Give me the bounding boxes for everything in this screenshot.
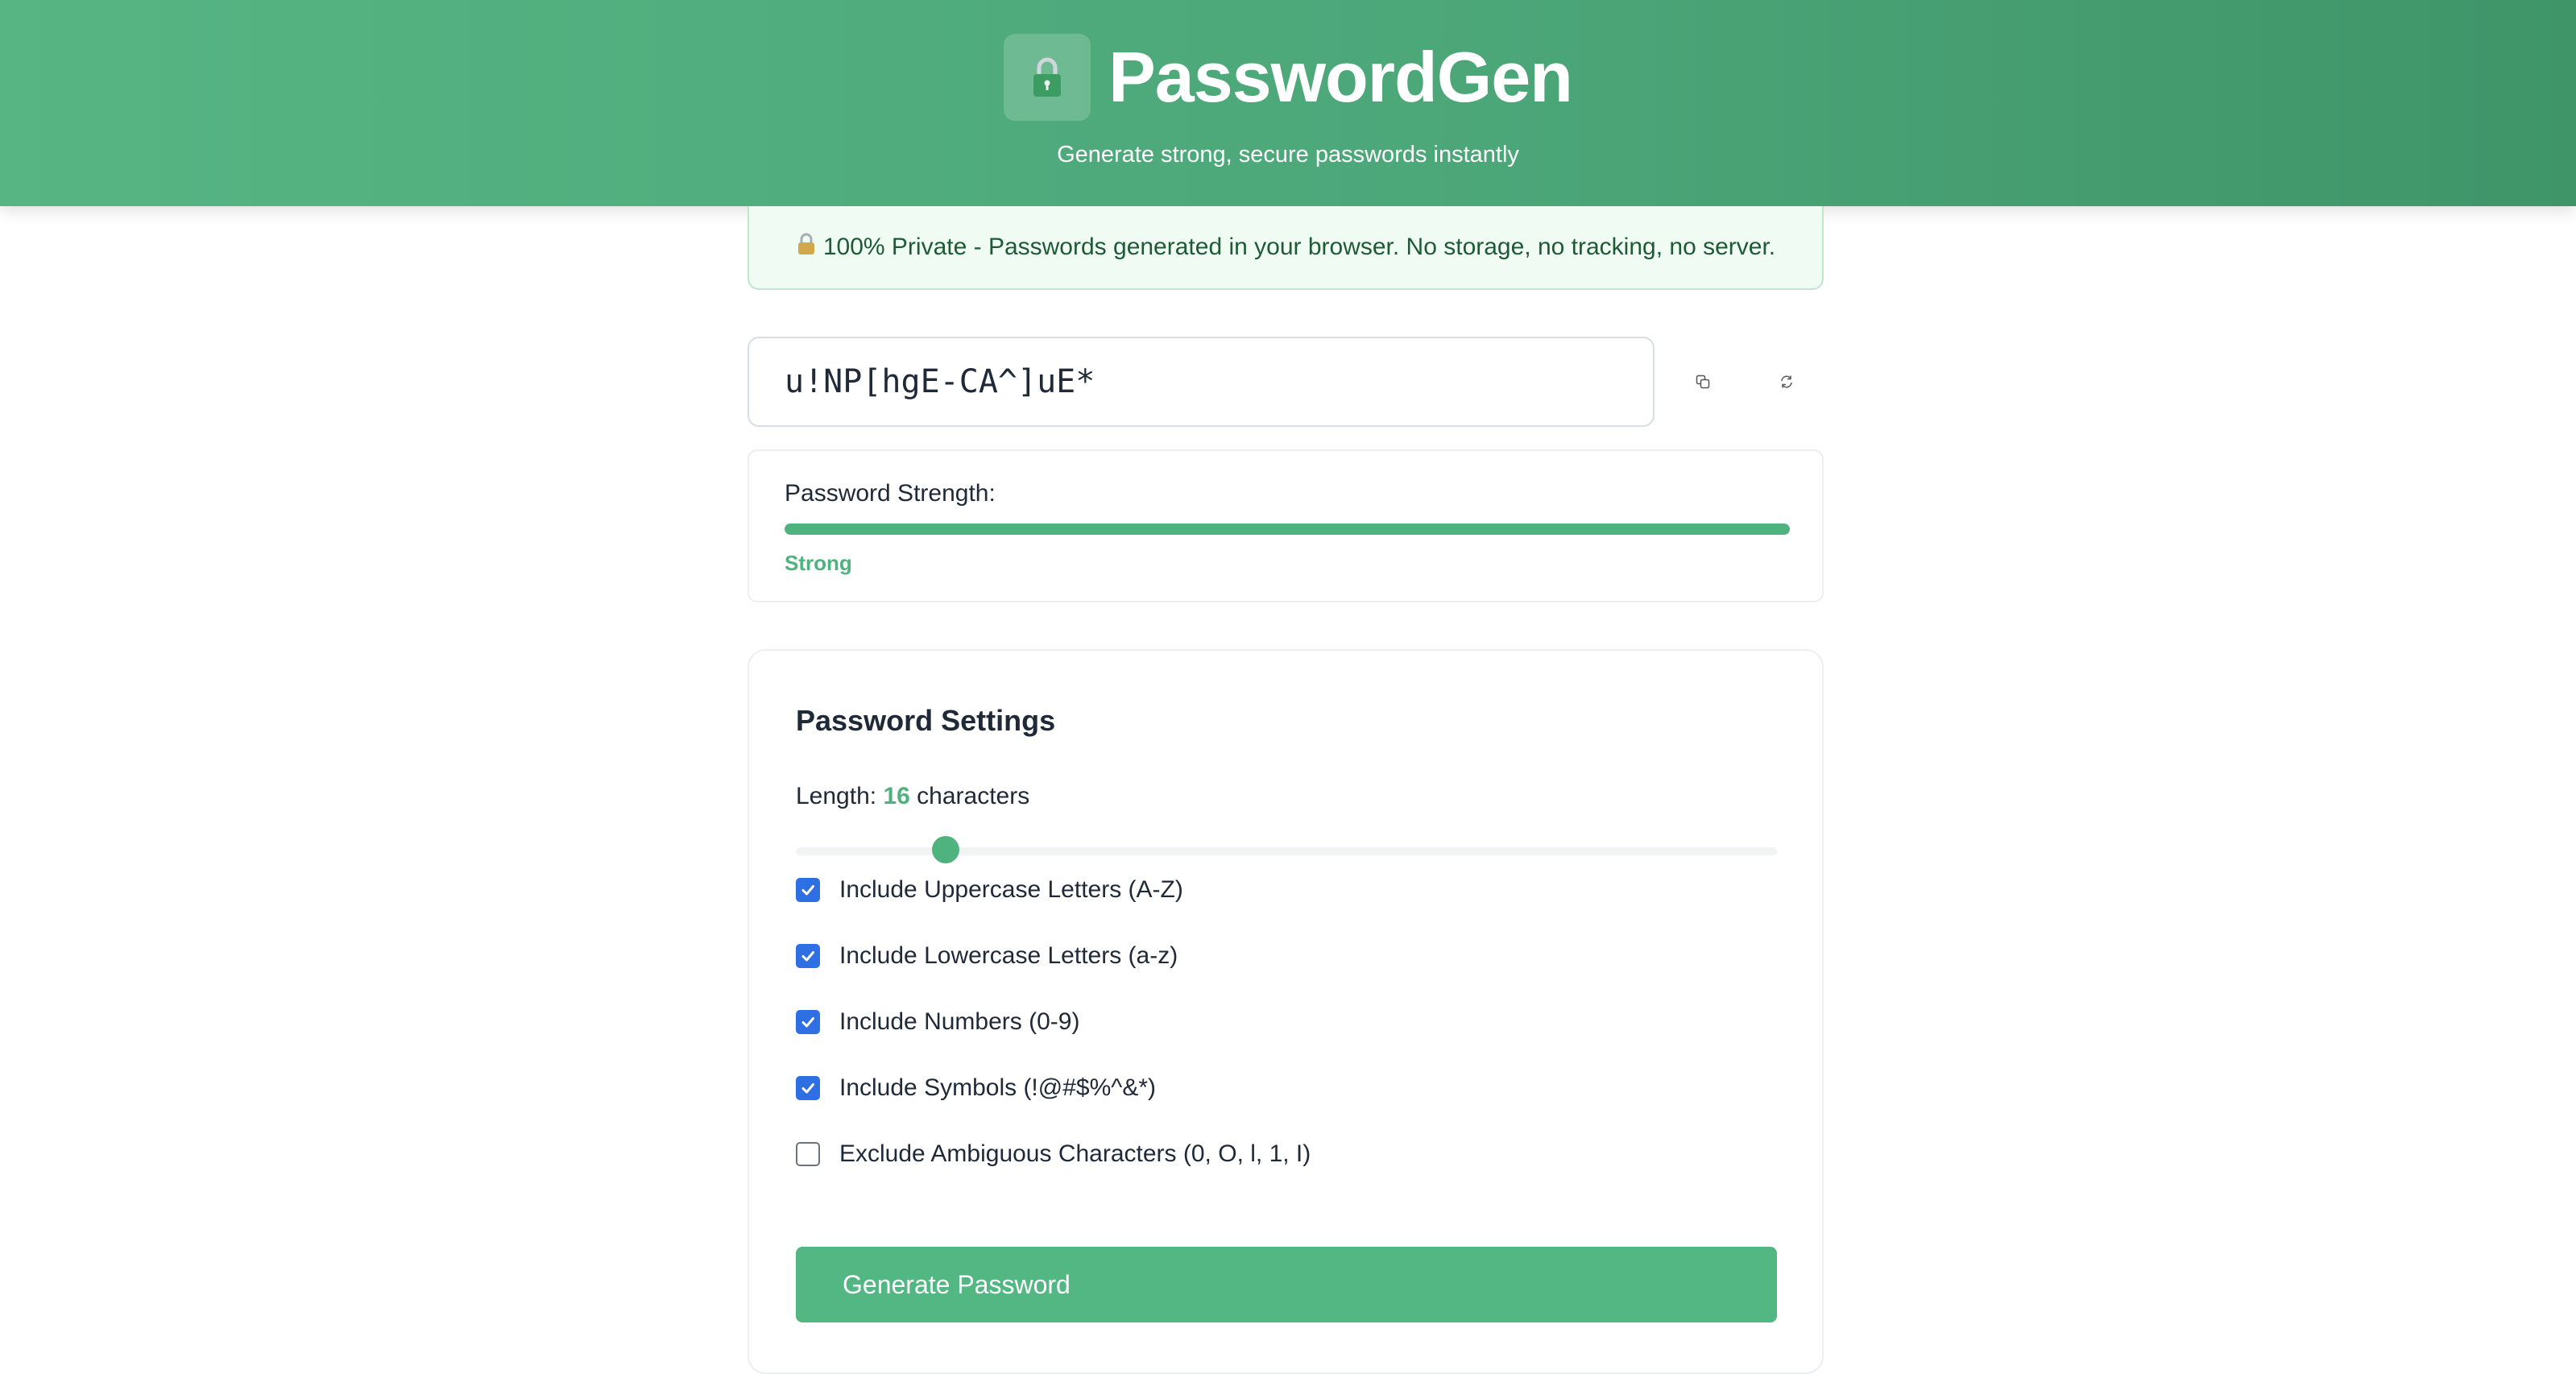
- check-icon: [801, 951, 814, 962]
- option-uppercase[interactable]: Include Uppercase Letters (A-Z): [796, 876, 1183, 904]
- length-value: 16: [883, 783, 910, 809]
- option-lowercase[interactable]: Include Lowercase Letters (a-z): [796, 942, 1178, 970]
- option-numbers-label: Include Numbers (0-9): [839, 1008, 1080, 1035]
- app-title: PasswordGen: [1108, 37, 1573, 117]
- checkbox-numbers[interactable]: [796, 1010, 820, 1034]
- refresh-icon: [1781, 375, 1792, 388]
- strength-label: Password Strength:: [785, 480, 996, 507]
- length-slider-thumb[interactable]: [932, 836, 960, 863]
- password-output[interactable]: [748, 337, 1655, 427]
- option-symbols[interactable]: Include Symbols (!@#$%^&*): [796, 1074, 1156, 1102]
- length-label: Length: 16 characters: [796, 783, 1029, 810]
- option-symbols-label: Include Symbols (!@#$%^&*): [839, 1074, 1157, 1101]
- option-uppercase-label: Include Uppercase Letters (A-Z): [839, 876, 1183, 903]
- checkbox-uppercase[interactable]: [796, 878, 820, 902]
- generate-password-button[interactable]: Generate Password: [796, 1247, 1777, 1322]
- check-icon: [801, 885, 814, 896]
- length-prefix: Length:: [796, 783, 877, 809]
- option-exclude-ambiguous[interactable]: Exclude Ambiguous Characters (0, O, l, 1…: [796, 1140, 1311, 1168]
- copy-button[interactable]: [1672, 351, 1733, 412]
- checkbox-exclude-ambiguous[interactable]: [796, 1142, 820, 1166]
- privacy-banner: 100% Private - Passwords generated in yo…: [748, 206, 1824, 290]
- copy-icon: [1696, 375, 1710, 389]
- brand: PasswordGen: [0, 32, 2576, 122]
- app-header: PasswordGen Generate strong, secure pass…: [0, 0, 2576, 206]
- regenerate-button[interactable]: [1756, 351, 1817, 412]
- checkbox-lowercase[interactable]: [796, 944, 820, 968]
- strength-value: Strong: [785, 551, 852, 575]
- strength-meter-fill: [785, 524, 1790, 535]
- length-suffix: characters: [917, 783, 1030, 809]
- check-icon: [801, 1083, 814, 1094]
- lock-icon: [1033, 57, 1062, 97]
- settings-title: Password Settings: [796, 704, 1056, 737]
- settings-card: Password Settings Length: 16 characters …: [748, 649, 1824, 1374]
- lock-icon: [796, 232, 817, 263]
- check-icon: [801, 1017, 814, 1028]
- logo: [1004, 34, 1091, 121]
- option-numbers[interactable]: Include Numbers (0-9): [796, 1008, 1079, 1036]
- app-subtitle: Generate strong, secure passwords instan…: [1057, 142, 1519, 168]
- strength-card: Password Strength: Strong: [748, 449, 1824, 602]
- option-exclude-ambiguous-label: Exclude Ambiguous Characters (0, O, l, 1…: [839, 1140, 1311, 1167]
- privacy-text: 100% Private - Passwords generated in yo…: [822, 234, 1776, 260]
- option-lowercase-label: Include Lowercase Letters (a-z): [839, 942, 1178, 969]
- strength-meter: [785, 524, 1790, 535]
- checkbox-symbols[interactable]: [796, 1076, 820, 1100]
